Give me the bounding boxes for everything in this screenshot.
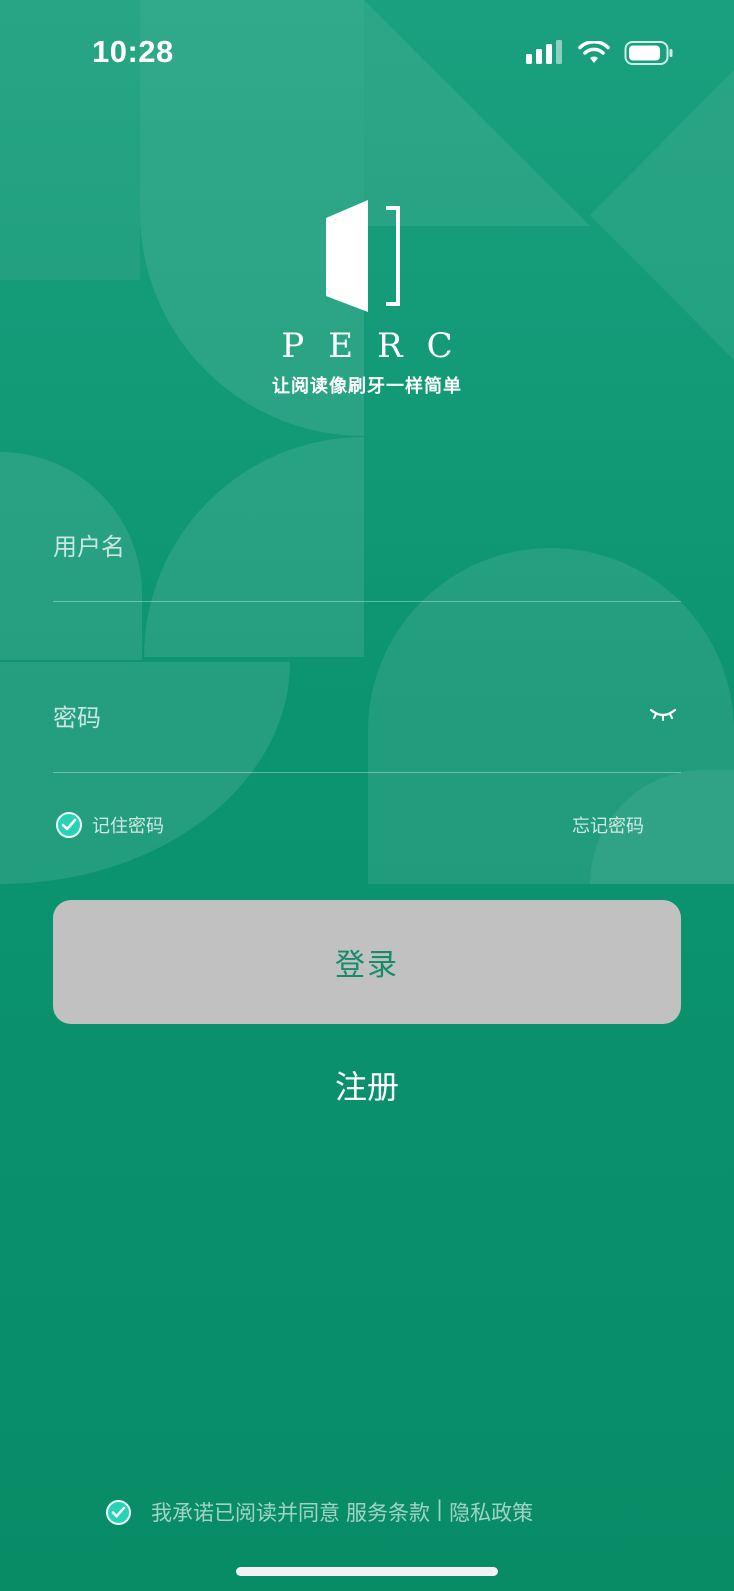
- book-logo-icon: [326, 200, 400, 312]
- forgot-password-link[interactable]: 忘记密码: [572, 812, 644, 838]
- remember-label: 记住密码: [92, 816, 164, 837]
- logo-wordmark: PERC: [281, 326, 477, 366]
- checkmark-icon[interactable]: [56, 812, 82, 838]
- password-input[interactable]: [53, 704, 613, 732]
- wifi-icon: [578, 41, 610, 63]
- privacy-link[interactable]: 隐私政策: [449, 1497, 533, 1527]
- username-field: [53, 502, 681, 602]
- checkmark-icon[interactable]: [106, 1499, 131, 1525]
- username-input[interactable]: [53, 533, 613, 561]
- logo-slogan: 让阅读像刷牙一样简单: [272, 376, 462, 397]
- agreement-separator: |: [436, 1497, 444, 1521]
- status-time: 10:28: [92, 34, 174, 69]
- home-indicator: [236, 1567, 498, 1576]
- logo: PERC 让阅读像刷牙一样简单: [0, 200, 734, 398]
- cellular-signal-icon: [526, 40, 562, 64]
- agreement: 我承诺已阅读并同意 服务条款 | 隐私政策: [106, 1497, 533, 1527]
- battery-icon: [624, 41, 673, 65]
- terms-link[interactable]: 服务条款: [346, 1497, 430, 1527]
- agreement-text: 我承诺已阅读并同意 服务条款 | 隐私政策: [151, 1497, 533, 1527]
- status-icons: [526, 40, 674, 66]
- password-field: [53, 673, 681, 773]
- eye-closed-icon[interactable]: [649, 704, 677, 724]
- login-button[interactable]: 登录: [53, 900, 681, 1024]
- status-bar: 10:28: [0, 0, 734, 110]
- register-link[interactable]: 注册: [0, 1062, 734, 1108]
- agreement-prefix: 我承诺已阅读并同意: [151, 1501, 340, 1525]
- remember-password[interactable]: 记住密码: [56, 812, 164, 838]
